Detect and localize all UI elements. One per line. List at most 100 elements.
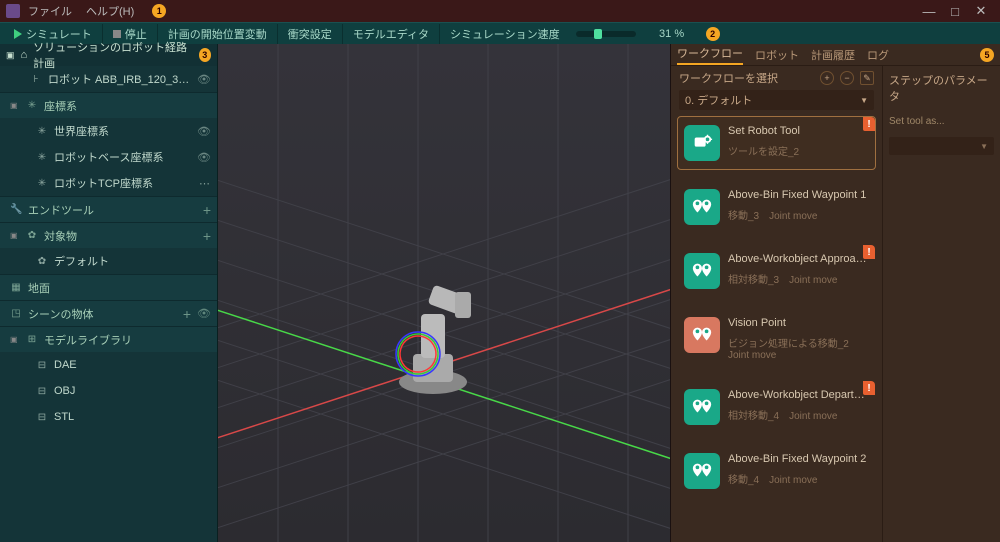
workflow-step[interactable]: Above-Bin Fixed Waypoint 1 移動_3 Joint mov… [677,180,876,234]
tree-base-frame[interactable]: ✳ロボットベース座標系👁 [0,144,217,170]
tab-workflow[interactable]: ワークフロー [677,45,743,65]
world-label: 世界座標系 [54,123,191,139]
ground-label: 地面 [28,280,211,296]
step-body: Above-Workobject Departure Waypoint相対移動_… [728,389,869,425]
tree-robot[interactable]: ⊦ロボット ABB_IRB_120_3_0_6👁 [0,66,217,92]
window-close[interactable]: ✕ [968,3,994,19]
chevron-down-icon: ▼ [980,142,988,151]
tree-default-object[interactable]: ✿ デフォルト [0,248,217,274]
workflow-panel: ワークフローを選択 + − ✎ 0. デフォルト▼ Set Robot Tool… [671,66,883,542]
step-title: Set Robot Tool [728,125,869,137]
tree-frames[interactable]: ▣✳座標系 [0,92,217,118]
app-icon [6,4,20,18]
step-subtitle: ビジョン処理による移動_2 Joint move [728,335,869,361]
tcp-label: ロボットTCP座標系 [54,175,193,191]
axes-icon: ✳ [36,152,48,163]
more-icon[interactable]: ⋯ [199,177,211,190]
step-title: Above-Workobject Approach Waypoint [728,253,869,265]
workflow-add-button[interactable]: + [820,71,834,85]
workflow-step[interactable]: Above-Bin Fixed Waypoint 2移動_4 Joint mov… [677,444,876,498]
param-set-tool-as[interactable]: Set tool as... [889,112,994,131]
tool-icon [684,125,720,161]
warning-icon: ! [863,381,875,395]
library-icon: ⊞ [26,334,38,345]
sim-speed-slider[interactable] [576,31,636,37]
param-dropdown[interactable]: ▼ [889,137,994,155]
end-tool-label: エンドツール [28,202,197,218]
tour-badge-3: 3 [199,48,211,62]
add-icon[interactable]: + [203,228,211,244]
sim-speed-label: シミュレーション速度 [440,24,570,44]
step-body: Above-Bin Fixed Waypoint 2移動_4 Joint mov… [728,453,869,489]
slider-thumb[interactable] [594,29,602,39]
tree-tcp-frame[interactable]: ✳ ロボットTCP座標系 ⋯ [0,170,217,196]
workflow-steps: Set Robot Tool ツールを設定_2! Above-Bin Fixed W… [671,116,882,542]
workflow-head: ワークフローを選択 + − ✎ [671,66,882,90]
tab-history[interactable]: 計画履歴 [811,47,855,63]
tree-ground[interactable]: ▦ 地面 [0,274,217,300]
workflow-select-label: ワークフローを選択 [679,70,778,86]
waypoint-icon [684,453,720,489]
step-subtitle: 移動_3 Joint move [728,207,869,222]
workflow-step[interactable]: Above-Workobject Approach Waypoint相対移動_3… [677,244,876,298]
window-maximize[interactable]: □ [942,4,968,19]
workflow-remove-button[interactable]: − [840,71,854,85]
left-panel: ▣ ⌂ ソリューションのロボット経路計画 3 ⊦ロボット ABB_IRB_120… [0,44,218,542]
tree-dae[interactable]: ⊟DAE [0,352,217,378]
tab-robot[interactable]: ロボット [755,47,799,63]
tour-badge-1: 1 [152,4,166,18]
tour-badge-5: 5 [980,48,994,62]
workflow-dropdown[interactable]: 0. デフォルト▼ [679,90,874,110]
add-icon[interactable]: + [203,202,211,218]
workflow-edit-button[interactable]: ✎ [860,71,874,85]
tree-stl[interactable]: ⊟STL [0,404,217,430]
window-minimize[interactable]: ― [916,4,942,19]
model-editor-button[interactable]: モデルエディタ [343,24,440,44]
grid-icon: ▦ [10,282,22,293]
tree-end-tool[interactable]: 🔧 エンドツール + [0,196,217,222]
target-icon: ✿ [36,256,48,267]
step-body: Vision Pointビジョン処理による移動_2 Joint move [728,317,869,361]
menu-file[interactable]: ファイル [28,3,72,19]
caret-icon: ▣ [10,101,20,110]
scene-label: シーンの物体 [28,306,177,322]
tab-log[interactable]: ログ [867,47,889,63]
default-label: デフォルト [54,253,211,269]
file-icon: ⊟ [36,360,48,371]
tree-library[interactable]: ▣⊞モデルライブラリ [0,326,217,352]
step-title: Above-Workobject Departure Waypoint [728,389,869,401]
collision-button[interactable]: 衝突設定 [278,24,343,44]
tree-obj[interactable]: ⊟OBJ [0,378,217,404]
waypoint-icon [684,389,720,425]
left-panel-header[interactable]: ▣ ⌂ ソリューションのロボット経路計画 3 [0,44,217,66]
visibility-icon[interactable]: 👁 [197,307,211,320]
params-header: ステップのパラメータ [889,72,994,104]
home-icon: ⌂ [21,49,28,61]
tool-icon: 🔧 [10,204,22,215]
workflow-step[interactable]: Above-Workobject Departure Waypoint相対移動_… [677,380,876,434]
add-icon[interactable]: + [183,306,191,322]
axes-icon: ✳ [26,100,38,111]
play-icon [14,29,22,39]
waypoint-icon [684,189,720,225]
menu-help[interactable]: ヘルプ(H) [86,3,134,19]
file-icon: ⊟ [36,386,48,397]
warning-icon: ! [863,245,875,259]
visibility-icon[interactable]: 👁 [197,73,211,86]
visibility-icon[interactable]: 👁 [197,151,211,164]
visibility-icon[interactable]: 👁 [197,125,211,138]
axes-icon: ✳ [36,178,48,189]
step-subtitle: 移動_4 Joint move [728,471,869,486]
3d-viewport[interactable]: 4 [218,44,670,542]
tree-objects[interactable]: ▣✿対象物+ [0,222,217,248]
workflow-step[interactable]: Set Robot Toolツールを設定_2! [677,116,876,170]
viewport-grid [218,44,670,542]
step-title: Above-Bin Fixed Waypoint 1 [728,189,869,201]
file-icon: ⊟ [36,412,48,423]
robot-icon: ⊦ [30,74,42,85]
tree-world-frame[interactable]: ✳世界座標系👁 [0,118,217,144]
sim-speed-value: 31 % [642,28,702,40]
tree-scene[interactable]: ◳シーンの物体+👁 [0,300,217,326]
step-subtitle: ツールを設定_2 [728,143,869,158]
workflow-step[interactable]: Vision Pointビジョン処理による移動_2 Joint move [677,308,876,370]
